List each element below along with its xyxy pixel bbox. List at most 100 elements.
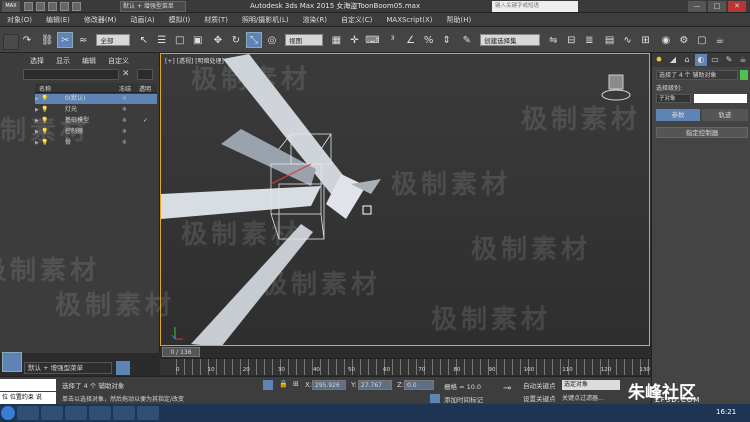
clear-filter-icon[interactable]: ✕ [122, 69, 130, 79]
new-file-icon[interactable] [24, 2, 33, 11]
key-selection-dropdown[interactable]: 选定对象 [562, 380, 620, 390]
window-crossing-icon[interactable]: ▣ [190, 33, 206, 49]
maxscript-mini-listener[interactable]: 位 位置约束 说 [0, 392, 56, 404]
schematic-icon[interactable]: ⊞ [638, 33, 654, 49]
freeze-icon[interactable]: ❄ [122, 105, 127, 115]
menu-render[interactable]: 渲染(R) [296, 13, 334, 27]
menu-simulation[interactable]: 模拟(I) [162, 13, 198, 27]
percent-snap-icon[interactable]: % [421, 33, 437, 49]
render-icon[interactable]: ☕ [712, 33, 728, 49]
timeline-ruler[interactable]: 0 10 20 30 40 50 60 70 80 90 100 110 120 130 [160, 358, 650, 375]
render-setup-icon[interactable]: ⚙ [676, 33, 692, 49]
layers-icon[interactable]: ≣ [581, 33, 597, 49]
menu-material[interactable]: 材质(T) [197, 13, 235, 27]
time-slider-thumb[interactable]: 0 / 136 [162, 347, 200, 357]
modify-tab-icon[interactable]: ◢ [667, 54, 679, 66]
freeze-icon[interactable]: ❄ [122, 94, 127, 104]
freeze-icon[interactable]: ❄ [122, 127, 127, 137]
select-manipulate-icon[interactable]: ✛ [346, 33, 362, 49]
hierarchy-tab-icon[interactable]: ⌂ [681, 54, 693, 66]
freeze-icon[interactable]: ❄ [122, 116, 127, 126]
media-player-icon[interactable] [41, 406, 63, 420]
isolate-selection-icon[interactable] [263, 380, 273, 390]
angle-snap-icon[interactable]: ∠ [403, 33, 419, 49]
rendered-frame-icon[interactable]: ▢ [694, 33, 710, 49]
layer-explorer-icon[interactable] [116, 361, 130, 375]
minimize-button[interactable]: — [688, 1, 706, 12]
maxscript-listener[interactable] [0, 379, 56, 391]
scale-icon[interactable]: ⤡ [245, 32, 262, 48]
selection-name-field[interactable]: 选择了 4 个 辅助对象 [656, 70, 738, 80]
rect-selection-icon[interactable]: □ [172, 33, 188, 49]
scene-menu-display[interactable]: 显示 [50, 55, 76, 67]
create-tab-icon[interactable]: ✸ [653, 54, 665, 66]
clock[interactable]: 16:21 [716, 408, 736, 416]
spinner-snap-icon[interactable]: ⇕ [439, 33, 455, 49]
maximize-button[interactable]: □ [708, 1, 726, 12]
material-editor-icon[interactable]: ◉ [658, 33, 674, 49]
scene-menu-select[interactable]: 选择 [24, 55, 50, 67]
curve-editor-icon[interactable]: ∿ [620, 33, 636, 49]
y-coordinate-field[interactable]: 27.767 [358, 380, 392, 390]
selection-lock-toggle-icon[interactable]: 🔒 [279, 380, 288, 388]
explorer-layer-dropdown[interactable]: 默认 + 增强型菜单 [24, 362, 112, 374]
subobject-value-dropdown[interactable] [694, 94, 747, 103]
z-coordinate-field[interactable]: 0.0 [404, 380, 434, 390]
browser-icon[interactable] [65, 406, 87, 420]
display-none-icon[interactable] [3, 34, 19, 50]
explorer-icon[interactable] [17, 406, 39, 420]
key-filters-button[interactable]: 关键点过滤器... [562, 393, 604, 402]
search-input[interactable]: 键入关键字或短语 [492, 1, 578, 12]
absolute-mode-icon[interactable]: ⊞ [293, 380, 299, 388]
display-tab-icon[interactable]: ▭ [709, 54, 721, 66]
layer-visible-icon[interactable]: 💡 [41, 94, 48, 104]
column-freeze[interactable]: 冻结 [119, 84, 131, 93]
select-object-icon[interactable]: ↖ [136, 33, 152, 49]
redo-quick-icon[interactable] [72, 2, 81, 11]
recorder-icon[interactable] [137, 406, 159, 420]
selection-lock-icon[interactable] [2, 352, 22, 372]
menu-object[interactable]: 对象(O) [0, 13, 39, 27]
column-transparent[interactable]: 透明 [139, 84, 151, 93]
named-selection-dropdown[interactable]: 创建选择集 [480, 34, 541, 46]
start-button-icon[interactable] [1, 406, 15, 420]
bind-spacewarp-icon[interactable]: ≈ [75, 33, 91, 49]
placement-icon[interactable]: ◎ [264, 33, 280, 49]
undo-quick-icon[interactable] [60, 2, 69, 11]
link-icon[interactable]: ⛓ [39, 33, 55, 49]
open-file-icon[interactable] [36, 2, 45, 11]
scene-filter-input[interactable] [23, 69, 119, 80]
add-time-tag[interactable]: 添加时间标记 [444, 394, 483, 404]
time-slider-track[interactable]: 0 / 136 [160, 346, 650, 358]
auto-key-button[interactable]: 自动关键点 [523, 380, 556, 390]
menu-maxscript[interactable]: MAXScript(X) [379, 13, 439, 27]
workspace-dropdown[interactable]: 默认 + 增强型菜单 [120, 1, 186, 12]
menu-edit[interactable]: 编辑(E) [39, 13, 77, 27]
3dsmax-taskbar-icon[interactable] [89, 406, 111, 420]
utilities-tab-icon[interactable]: ✎ [723, 54, 735, 66]
assign-controller-rollout[interactable]: 指定控制器 [656, 127, 748, 138]
select-by-name-icon[interactable]: ☰ [154, 33, 170, 49]
teapot-icon[interactable]: ☕ [737, 54, 749, 66]
scene-menu-edit[interactable]: 编辑 [76, 55, 102, 67]
save-file-icon[interactable] [48, 2, 57, 11]
column-name[interactable]: 名称 [39, 84, 51, 93]
transparent-check[interactable]: ✓ [143, 116, 148, 126]
menu-customize[interactable]: 自定义(C) [334, 13, 379, 27]
selection-filter-dropdown[interactable]: 全部 [96, 34, 131, 46]
mirror-icon[interactable]: ⇋ [545, 33, 561, 49]
edit-named-sets-icon[interactable]: ✎ [459, 33, 475, 49]
trajectories-button[interactable]: 轨迹 [702, 109, 748, 121]
key-icon[interactable]: ⊸ [503, 383, 511, 394]
keyboard-shortcut-icon[interactable]: ⌨ [364, 33, 380, 49]
parameters-button[interactable]: 参数 [656, 109, 700, 121]
menu-lighting-camera[interactable]: 照明/摄影机(L) [235, 13, 296, 27]
x-coordinate-field[interactable]: 295.926 [312, 380, 346, 390]
move-icon[interactable]: ✥ [210, 33, 226, 49]
menu-modifiers[interactable]: 修改器(M) [77, 13, 124, 27]
layer-row[interactable]: ▶ 💡 0(默认) ❄ [35, 94, 157, 104]
freeze-icon[interactable]: ❄ [122, 138, 127, 148]
align-icon[interactable]: ⊟ [563, 33, 579, 49]
rotate-icon[interactable]: ↻ [228, 33, 244, 49]
expand-arrow-icon[interactable]: ▶ [35, 94, 39, 104]
